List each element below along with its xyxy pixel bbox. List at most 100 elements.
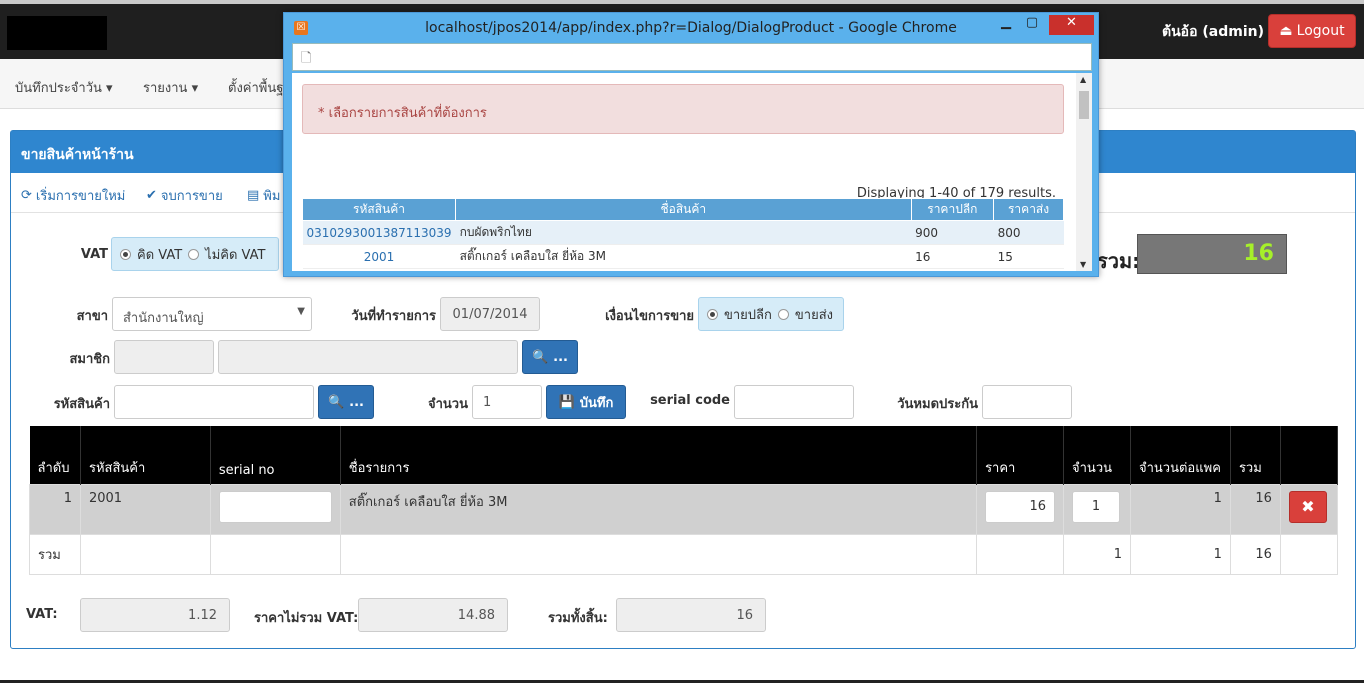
nav-daily[interactable]: บันทึกประจำวัน ▾ [15,77,113,98]
scroll-down-icon[interactable]: ▼ [1080,260,1086,269]
new-sale-link[interactable]: ⟳ เริ่มการขายใหม่ [21,185,125,206]
prod-name: กบผัดพริกไทย [455,220,912,245]
total-row: รวม 1 1 16 [29,533,1339,575]
address-bar[interactable]: 🗋 [292,43,1092,71]
logo [7,16,107,50]
nav-report[interactable]: รายงาน ▾ [143,77,198,98]
prod-col-code: รหัสสินค้า [301,198,457,221]
member-name-field[interactable] [218,340,518,374]
logout-label: Logout [1296,23,1345,39]
product-search-button[interactable]: 🔍... [318,385,374,419]
prod-retail: 900 [911,220,994,245]
prod-wholesale: 800 [993,220,1064,245]
warranty-label: วันหมดประกัน [897,397,978,412]
col-sum: รวม [1230,426,1281,484]
wholesale-radio[interactable] [777,308,789,320]
scroll-up-icon[interactable]: ▲ [1080,75,1086,84]
serial-code-label: serial code [650,393,730,408]
qty-label: จำนวน [428,397,468,412]
serial-code-input[interactable] [734,385,854,419]
novat-field[interactable]: 14.88 [358,598,508,632]
col-serial: serial no [210,426,341,484]
save-button[interactable]: 💾 บันทึก [546,385,626,419]
row-price-cell: 16 [976,483,1065,535]
table-row: 1 2001 สติ๊กเกอร์ เคลือบใส ยี่ห้อ 3M 16 … [29,483,1339,535]
condition-radio-group: ขายปลีก ขายส่ง [698,297,844,331]
eject-icon: ⏏ [1279,23,1293,39]
select-product-alert: * เลือกรายการสินค้าที่ต้องการ [302,84,1064,134]
items-table: ลำดับ รหัสสินค้า serial no ชื่อรายการ รา… [29,426,1339,575]
prod-col-wholesale: ราคาส่ง [993,198,1064,221]
user-name: ต้นอ้อ (admin) [1162,24,1264,40]
vat-off-radio[interactable] [188,248,200,260]
prod-code-link[interactable]: 0310293001387113039 [302,220,456,245]
grand-total-field[interactable]: 16 [616,598,766,632]
col-name: ชื่อรายการ [340,426,978,484]
row-action-cell: ✖ [1279,483,1339,535]
print-link[interactable]: ▤ พิม [247,185,280,206]
total-display: 16 [1137,234,1287,274]
refresh-icon: ⟳ [21,188,32,203]
product-dialog-window: ☒ localhost/jpos2014/app/index.php?r=Dia… [283,12,1099,277]
grand-total-label: รวมทั้งสิ้น: [548,611,608,626]
maximize-icon[interactable]: ▢ [1022,15,1042,35]
nav-settings[interactable]: ตั้งค่าพื้นฐ [228,77,283,98]
vat-on-radio[interactable] [120,248,131,260]
col-qty: จำนวน [1063,426,1131,484]
page-icon: 🗋 [301,51,312,66]
total-label: รวม: [1097,249,1141,273]
product-table: รหัสสินค้า ชื่อสินค้า ราคาปลีก ราคาส่ง 0… [301,198,1064,269]
row-sum: 16 [1229,483,1281,535]
vat-sum-label: VAT: [26,607,58,622]
branch-select[interactable]: สำนักงานใหญ่ ▼ [112,297,312,331]
end-sale-link[interactable]: ✔ จบการขาย [146,185,223,206]
prod-col-retail: ราคาปลีก [910,198,995,221]
row-serial-cell [209,483,341,535]
dialog-scrollbar[interactable]: ▲ ▼ [1076,73,1092,271]
total-row-sum: 16 [1229,533,1281,575]
prod-col-name: ชื่อสินค้า [455,198,912,221]
branch-label: สาขา [76,309,108,324]
row-no: 1 [29,483,81,535]
dialog-body: * เลือกรายการสินค้าที่ต้องการ Displaying… [292,73,1092,271]
row-serial-input[interactable] [218,490,332,523]
prod-code-link[interactable]: 2001 [302,244,456,269]
retail-radio[interactable] [707,308,718,320]
row-name: สติ๊กเกอร์ เคลือบใส ยี่ห้อ 3M [339,483,978,535]
col-no: ลำดับ [29,426,81,484]
vat-sum-field[interactable]: 1.12 [80,598,230,632]
minimize-icon[interactable]: ▁ [996,15,1016,35]
date-label: วันที่ทำรายการ [351,309,436,324]
close-icon: ✕ [1066,15,1077,30]
table-row[interactable]: 2001 สติ๊กเกอร์ เคลือบใส ยี่ห้อ 3M 16 15 [302,244,1064,269]
member-search-button[interactable]: 🔍... [522,340,578,374]
close-icon: ✖ [1301,497,1315,516]
close-window-button[interactable]: ✕ [1049,15,1094,35]
vat-label: VAT [80,247,108,262]
table-row[interactable]: 0310293001387113039 กบผัดพริกไทย 900 800 [302,220,1064,245]
row-code: 2001 [79,483,211,535]
dialog-title: localhost/jpos2014/app/index.php?r=Dialo… [425,20,957,36]
total-row-label: รวม [29,533,81,575]
col-code: รหัสสินค้า [80,426,211,484]
prod-retail: 16 [911,244,994,269]
search-icon: 🔍 [327,394,345,410]
novat-label: ราคาไม่รวม VAT: [254,611,359,626]
product-code-input[interactable] [114,385,314,419]
condition-label: เงื่อนไขการขาย [605,309,694,324]
scroll-thumb[interactable] [1079,91,1089,119]
row-qty-input[interactable]: 1 [1072,490,1121,523]
logout-button[interactable]: ⏏ Logout [1268,14,1356,48]
row-price-input[interactable]: 16 [985,490,1056,523]
list-icon: ▤ [247,188,260,203]
col-price: ราคา [976,426,1065,484]
search-icon: 🔍 [531,349,549,365]
product-code-label: รหัสสินค้า [53,397,110,412]
date-field[interactable]: 01/07/2014 [440,297,540,331]
member-code-field[interactable] [114,340,214,374]
delete-row-button[interactable]: ✖ [1288,490,1327,523]
top-stripe [0,0,1364,4]
warranty-input[interactable] [982,385,1072,419]
prod-wholesale: 15 [993,244,1064,269]
qty-input[interactable]: 1 [472,385,542,419]
